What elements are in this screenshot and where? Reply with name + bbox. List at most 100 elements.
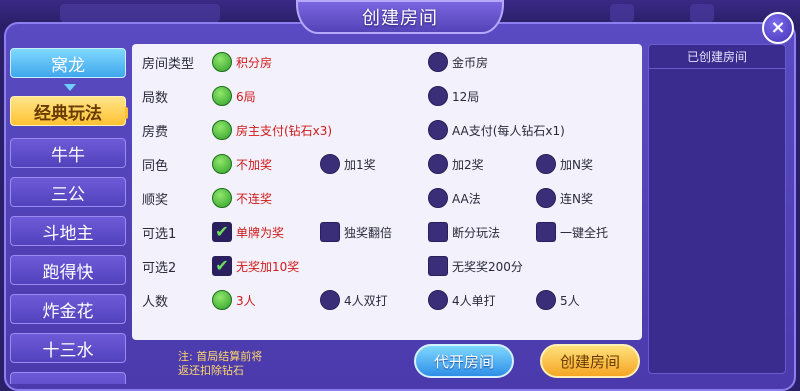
option-row-label: 可选2 bbox=[142, 261, 177, 276]
tab-doudizhu[interactable]: 斗地主 bbox=[10, 216, 126, 246]
tab-niuniu[interactable]: 牛牛 bbox=[10, 138, 126, 168]
checkbox-option[interactable]: ✔ 无奖加10奖 bbox=[212, 255, 299, 277]
radio-button[interactable] bbox=[212, 86, 232, 106]
checkbox[interactable] bbox=[536, 222, 556, 242]
dialog-title: 创建房间 bbox=[362, 8, 438, 29]
tab-shisanshui[interactable]: 十三水 bbox=[10, 333, 126, 363]
created-rooms-title: 已创建房间 bbox=[649, 45, 785, 69]
option-label: 积分房 bbox=[236, 55, 273, 70]
radio-button[interactable] bbox=[212, 290, 232, 310]
option-row-label: 人数 bbox=[142, 295, 169, 310]
created-rooms-panel: 已创建房间 bbox=[648, 44, 786, 374]
create-room-button[interactable]: 创建房间 bbox=[540, 344, 640, 378]
radio-button[interactable] bbox=[320, 154, 340, 174]
radio-option[interactable]: 不加奖 bbox=[212, 153, 272, 175]
proxy-open-room-button[interactable]: 代开房间 bbox=[414, 344, 514, 378]
checkbox-option[interactable]: 一键全托 bbox=[536, 221, 608, 243]
option-label: 6局 bbox=[236, 89, 256, 104]
radio-option[interactable]: 4人双打 bbox=[320, 289, 388, 311]
checkbox[interactable] bbox=[320, 222, 340, 242]
option-row: 同色 不加奖 加1奖 加2奖 加N奖 bbox=[132, 150, 642, 178]
checkbox-option[interactable]: 独奖翻倍 bbox=[320, 221, 392, 243]
radio-option[interactable]: 不连奖 bbox=[212, 187, 272, 209]
option-label: 单牌为奖 bbox=[236, 225, 285, 240]
game-tabs: 窝龙 经典玩法 牛牛 三公 斗地主 跑得快 炸金花 十三水 bbox=[10, 48, 128, 384]
radio-option[interactable]: 加1奖 bbox=[320, 153, 376, 175]
checkbox[interactable]: ✔ bbox=[212, 256, 232, 276]
radio-option[interactable]: AA支付(每人钻石x1) bbox=[428, 119, 565, 141]
tab-paodekuai[interactable]: 跑得快 bbox=[10, 255, 126, 285]
radio-option[interactable]: 12局 bbox=[428, 85, 479, 107]
option-label: 连N奖 bbox=[560, 191, 593, 206]
radio-button[interactable] bbox=[428, 52, 448, 72]
background-house-icon bbox=[690, 4, 714, 22]
option-row-label: 可选1 bbox=[142, 227, 177, 242]
radio-button[interactable] bbox=[536, 188, 556, 208]
checkbox[interactable] bbox=[428, 256, 448, 276]
checkbox-option[interactable]: 无奖奖200分 bbox=[428, 255, 523, 277]
checkbox-option[interactable]: ✔ 单牌为奖 bbox=[212, 221, 284, 243]
option-label: 5人 bbox=[560, 293, 580, 308]
close-icon: × bbox=[770, 17, 786, 38]
radio-option[interactable]: 6局 bbox=[212, 85, 256, 107]
tab-classic[interactable]: 经典玩法 bbox=[10, 96, 128, 126]
tab-zhajinhua[interactable]: 炸金花 bbox=[10, 294, 126, 324]
checkbox[interactable] bbox=[428, 222, 448, 242]
radio-button[interactable] bbox=[428, 290, 448, 310]
option-label: 金币房 bbox=[452, 55, 489, 70]
option-row-label: 顺奖 bbox=[142, 193, 169, 208]
option-label: 无奖奖200分 bbox=[452, 259, 523, 274]
background-user-bar bbox=[60, 4, 220, 22]
option-row: 可选2 ✔ 无奖加10奖 无奖奖200分 bbox=[132, 252, 642, 280]
option-label: AA法 bbox=[452, 191, 481, 206]
option-label: 加N奖 bbox=[560, 157, 593, 172]
option-label: 不加奖 bbox=[236, 157, 273, 172]
tab-wolong[interactable]: 窝龙 bbox=[10, 48, 126, 78]
option-label: 加1奖 bbox=[344, 157, 376, 172]
radio-option[interactable]: 加N奖 bbox=[536, 153, 593, 175]
checkbox[interactable]: ✔ bbox=[212, 222, 232, 242]
option-label: 3人 bbox=[236, 293, 256, 308]
radio-button[interactable] bbox=[320, 290, 340, 310]
option-row: 房间类型 积分房 金币房 bbox=[132, 48, 642, 76]
option-label: 一键全托 bbox=[560, 225, 609, 240]
option-row: 顺奖 不连奖 AA法 连N奖 bbox=[132, 184, 642, 212]
radio-option[interactable]: 房主支付(钻石x3) bbox=[212, 119, 332, 141]
option-row: 房费 房主支付(钻石x3) AA支付(每人钻石x1) bbox=[132, 116, 642, 144]
radio-option[interactable]: 4人单打 bbox=[428, 289, 496, 311]
radio-button[interactable] bbox=[428, 188, 448, 208]
radio-button[interactable] bbox=[428, 86, 448, 106]
radio-option[interactable]: 5人 bbox=[536, 289, 580, 311]
radio-option[interactable]: AA法 bbox=[428, 187, 481, 209]
option-label: 无奖加10奖 bbox=[236, 259, 300, 274]
radio-button[interactable] bbox=[212, 120, 232, 140]
checkbox-option[interactable]: 断分玩法 bbox=[428, 221, 500, 243]
radio-button[interactable] bbox=[212, 154, 232, 174]
radio-option[interactable]: 3人 bbox=[212, 289, 256, 311]
dialog-title-tab: 创建房间 bbox=[296, 0, 504, 34]
option-row-label: 房间类型 bbox=[142, 57, 195, 72]
tab-more[interactable] bbox=[10, 372, 126, 384]
close-button[interactable]: × bbox=[762, 12, 794, 44]
option-label: 不连奖 bbox=[236, 191, 273, 206]
radio-button[interactable] bbox=[428, 154, 448, 174]
radio-button[interactable] bbox=[536, 154, 556, 174]
radio-button[interactable] bbox=[212, 52, 232, 72]
option-label: 独奖翻倍 bbox=[344, 225, 393, 240]
radio-button[interactable] bbox=[212, 188, 232, 208]
radio-button[interactable] bbox=[428, 120, 448, 140]
refund-note: 注: 首局结算前将 返还扣除钻石 bbox=[178, 350, 263, 377]
radio-option[interactable]: 金币房 bbox=[428, 51, 488, 73]
radio-option[interactable]: 连N奖 bbox=[536, 187, 593, 209]
option-row: 可选1 ✔ 单牌为奖 独奖翻倍 断分玩法 一键全托 bbox=[132, 218, 642, 246]
option-label: 4人单打 bbox=[452, 293, 496, 308]
radio-option[interactable]: 加2奖 bbox=[428, 153, 484, 175]
option-label: 房主支付(钻石x3) bbox=[236, 123, 333, 138]
option-row-label: 房费 bbox=[142, 125, 169, 140]
radio-button[interactable] bbox=[536, 290, 556, 310]
options-panel: 房间类型 积分房 金币房 局数 6局 12局 房费 房主支付(钻石x3) AA支付(每人钻石x1… bbox=[132, 44, 642, 340]
tab-sangong[interactable]: 三公 bbox=[10, 177, 126, 207]
radio-option[interactable]: 积分房 bbox=[212, 51, 272, 73]
option-row-label: 同色 bbox=[142, 159, 169, 174]
option-row: 人数 3人 4人双打 4人单打 5人 bbox=[132, 286, 642, 314]
